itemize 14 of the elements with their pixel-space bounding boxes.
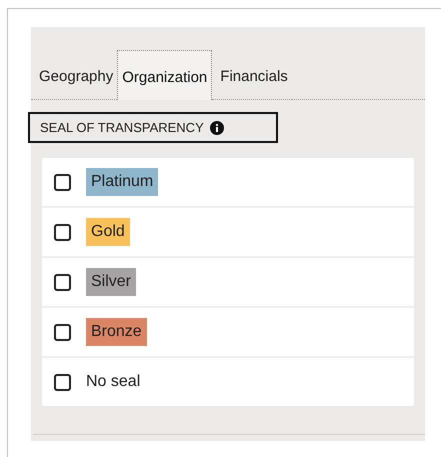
checkbox[interactable]: [54, 324, 71, 340]
seal-tag: Bronze: [86, 318, 147, 346]
checkbox[interactable]: [54, 224, 71, 240]
seal-tag: Platinum: [86, 168, 158, 196]
info-icon[interactable]: [210, 120, 224, 134]
tab[interactable]: Organization: [117, 50, 212, 100]
seal-tag: Silver: [86, 268, 136, 296]
checkbox[interactable]: [54, 174, 71, 190]
tab[interactable]: Financials: [212, 50, 292, 100]
section-title: SEAL OF TRANSPARENCY: [40, 120, 204, 135]
seal-tag: Gold: [86, 218, 130, 246]
checkbox[interactable]: [54, 374, 71, 390]
checkbox[interactable]: [54, 274, 71, 290]
option-label: No seal: [86, 373, 140, 391]
